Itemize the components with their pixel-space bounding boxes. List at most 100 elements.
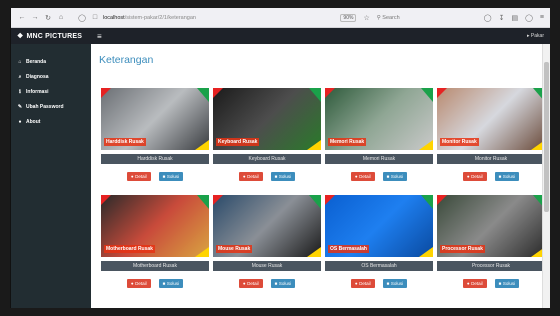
card-label: Processor Rusak bbox=[437, 261, 545, 271]
solusi-icon: ■ bbox=[162, 174, 166, 179]
sync-icon[interactable]: ◯ bbox=[525, 14, 533, 22]
detail-button[interactable]: ● Detail bbox=[238, 279, 263, 288]
solusi-button[interactable]: ■ Solusi bbox=[382, 172, 408, 181]
image-caption: Memori Rusak bbox=[328, 138, 367, 146]
detail-icon: ● bbox=[354, 174, 358, 179]
address-bar[interactable]: ◯ □ localhost/sistem-pakar/2/1/keteranga… bbox=[77, 14, 317, 22]
card-label: Mouse Rusak bbox=[213, 261, 321, 271]
user-menu[interactable]: ▸ Pakar bbox=[527, 33, 544, 39]
solusi-button[interactable]: ■ Solusi bbox=[270, 172, 296, 181]
detail-label: Detail bbox=[247, 174, 259, 179]
solusi-icon: ■ bbox=[274, 281, 278, 286]
component-image[interactable]: Motherboard Rusak bbox=[101, 195, 209, 257]
sidebar-item-label: Informasi bbox=[26, 88, 49, 95]
detail-button[interactable]: ● Detail bbox=[462, 172, 487, 181]
solusi-label: Solusi bbox=[278, 174, 292, 179]
detail-button[interactable]: ● Detail bbox=[238, 172, 263, 181]
sidebar-item-label: Diagnosa bbox=[26, 73, 49, 80]
detail-icon: ● bbox=[130, 174, 134, 179]
component-image[interactable]: Memori Rusak bbox=[325, 88, 433, 150]
download-icon[interactable]: ↧ bbox=[499, 14, 505, 22]
solusi-label: Solusi bbox=[166, 281, 180, 286]
back-arrow-icon[interactable]: ← bbox=[17, 14, 27, 21]
bookmark-star-icon[interactable]: ☆ bbox=[363, 14, 369, 22]
home-icon[interactable]: ⌂ bbox=[56, 14, 66, 21]
card-label: Motherboard Rusak bbox=[101, 261, 209, 271]
browser-window: ← → ↻ ⌂ ◯ □ localhost/sistem-pakar/2/1/k… bbox=[10, 8, 550, 308]
card-label: Keyboard Rusak bbox=[213, 154, 321, 164]
menu-icon[interactable]: ≡ bbox=[540, 14, 544, 21]
card-actions: ● Detail ■ Solusi bbox=[101, 172, 209, 181]
browser-toolbar: ← → ↻ ⌂ ◯ □ localhost/sistem-pakar/2/1/k… bbox=[11, 8, 550, 28]
solusi-button[interactable]: ■ Solusi bbox=[494, 172, 520, 181]
component-card: Harddisk Rusak Harddisk Rusak ● Detail ■… bbox=[101, 88, 209, 181]
card-actions: ● Detail ■ Solusi bbox=[437, 279, 545, 288]
solusi-label: Solusi bbox=[166, 174, 180, 179]
sidebar-item-about[interactable]: ● About bbox=[11, 114, 91, 129]
detail-button[interactable]: ● Detail bbox=[462, 279, 487, 288]
url-path: /sistem-pakar/2/1/keterangan bbox=[124, 14, 196, 21]
sidebar-item-informasi[interactable]: ℹ Informasi bbox=[11, 84, 91, 99]
card-label: Harddisk Rusak bbox=[101, 154, 209, 164]
edit-icon: ✎ bbox=[17, 103, 23, 110]
about-icon: ● bbox=[18, 118, 22, 125]
card-label: Memori Rusak bbox=[325, 154, 433, 164]
reader-icon[interactable]: ◯ bbox=[484, 14, 492, 22]
scrollbar-thumb[interactable] bbox=[544, 62, 549, 212]
search-input[interactable]: ⚲ Search bbox=[377, 15, 477, 21]
detail-button[interactable]: ● Detail bbox=[350, 279, 375, 288]
solusi-icon: ■ bbox=[274, 174, 278, 179]
card-grid: Harddisk Rusak Harddisk Rusak ● Detail ■… bbox=[101, 88, 545, 288]
brand[interactable]: ❖ MNC PICTURES bbox=[17, 32, 93, 41]
card-actions: ● Detail ■ Solusi bbox=[437, 172, 545, 181]
solusi-icon: ■ bbox=[498, 174, 502, 179]
image-caption: OS Bermasalah bbox=[328, 245, 369, 253]
detail-button[interactable]: ● Detail bbox=[350, 172, 375, 181]
sidebar: ⌂ Beranda ⌕ Diagnosa ℹ Informasi ✎ Ubah … bbox=[11, 44, 91, 308]
solusi-button[interactable]: ■ Solusi bbox=[494, 279, 520, 288]
sidebar-item-label: Ubah Password bbox=[26, 103, 64, 110]
page-scrollbar[interactable] bbox=[542, 44, 550, 308]
image-caption: Motherboard Rusak bbox=[104, 245, 155, 253]
detail-label: Detail bbox=[359, 174, 371, 179]
component-image[interactable]: Processor Rusak bbox=[437, 195, 545, 257]
solusi-button[interactable]: ■ Solusi bbox=[270, 279, 296, 288]
component-image[interactable]: Mouse Rusak bbox=[213, 195, 321, 257]
card-actions: ● Detail ■ Solusi bbox=[325, 279, 433, 288]
component-image[interactable]: Harddisk Rusak bbox=[101, 88, 209, 150]
component-image[interactable]: Monitor Rusak bbox=[437, 88, 545, 150]
solusi-label: Solusi bbox=[502, 281, 516, 286]
detail-label: Detail bbox=[471, 174, 483, 179]
app-header: ❖ MNC PICTURES ≡ ▸ Pakar bbox=[11, 28, 550, 44]
detail-button[interactable]: ● Detail bbox=[126, 279, 151, 288]
zoom-level[interactable]: 90% bbox=[340, 13, 357, 22]
component-card: Mouse Rusak Mouse Rusak ● Detail ■ Solus… bbox=[213, 195, 321, 288]
solusi-button[interactable]: ■ Solusi bbox=[382, 279, 408, 288]
card-label: OS Bermasalah bbox=[325, 261, 433, 271]
search-icon: ⌕ bbox=[18, 73, 22, 80]
detail-label: Detail bbox=[135, 174, 147, 179]
solusi-button[interactable]: ■ Solusi bbox=[158, 279, 184, 288]
shield-icon: ◯ bbox=[78, 14, 86, 22]
sidebar-item-ubah-password[interactable]: ✎ Ubah Password bbox=[11, 99, 91, 114]
detail-icon: ● bbox=[466, 281, 470, 286]
page-icon: □ bbox=[92, 14, 98, 21]
reload-icon[interactable]: ↻ bbox=[43, 14, 53, 22]
solusi-icon: ■ bbox=[386, 174, 390, 179]
sidebar-item-beranda[interactable]: ⌂ Beranda bbox=[11, 54, 91, 69]
library-icon[interactable]: ▤ bbox=[511, 14, 518, 22]
solusi-button[interactable]: ■ Solusi bbox=[158, 172, 184, 181]
card-actions: ● Detail ■ Solusi bbox=[325, 172, 433, 181]
detail-label: Detail bbox=[247, 281, 259, 286]
sidebar-toggle-icon[interactable]: ≡ bbox=[97, 32, 102, 41]
solusi-icon: ■ bbox=[162, 281, 166, 286]
solusi-label: Solusi bbox=[278, 281, 292, 286]
component-card: Processor Rusak Processor Rusak ● Detail… bbox=[437, 195, 545, 288]
forward-arrow-icon[interactable]: → bbox=[30, 14, 40, 21]
sidebar-item-diagnosa[interactable]: ⌕ Diagnosa bbox=[11, 69, 91, 84]
component-image[interactable]: OS Bermasalah bbox=[325, 195, 433, 257]
page-title: Keterangan bbox=[99, 54, 154, 66]
component-image[interactable]: Keyboard Rusak bbox=[213, 88, 321, 150]
component-card: Motherboard Rusak Motherboard Rusak ● De… bbox=[101, 195, 209, 288]
detail-button[interactable]: ● Detail bbox=[126, 172, 151, 181]
